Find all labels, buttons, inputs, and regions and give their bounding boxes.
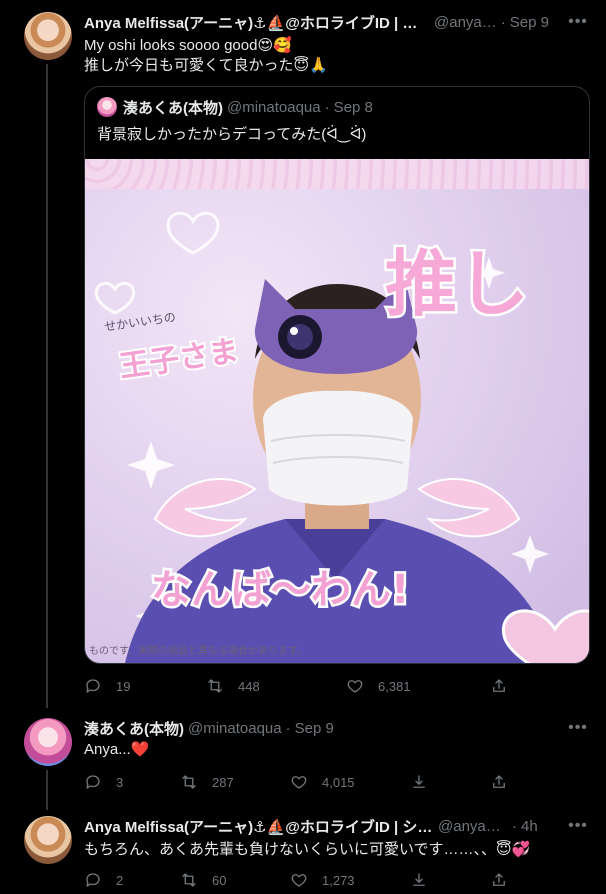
author-handle[interactable]: @anyam… [438, 818, 508, 835]
quote-timestamp[interactable]: Sep 8 [334, 99, 373, 116]
like-icon [291, 776, 307, 789]
like-count: 6,381 [378, 678, 411, 694]
tweet-header: Anya Melfissa(アーニャ)⚓⛵@ホロライブID | シエ… @any… [84, 12, 549, 33]
reply-count: 19 [116, 678, 131, 694]
tweet-text-line-2: 推しが今日も可愛くて良かった😇🙏 [84, 57, 328, 74]
avatar[interactable] [24, 816, 72, 864]
reply-icon [86, 873, 100, 887]
tweet-actions: 3 287 4,015 [84, 772, 554, 792]
like-button[interactable]: 6,381 [346, 676, 411, 696]
author-name[interactable]: Anya Melfissa(アーニャ)⚓⛵@ホロライブID | シエ… [84, 12, 430, 33]
caption-number-one: なんば〜わん! [151, 567, 409, 613]
thread-line [46, 64, 48, 708]
retweet-count: 60 [212, 872, 227, 888]
tweet-aqua-reply[interactable]: 湊あくあ(本物) @minatoaqua · Sep 9 ••• Anya...… [0, 708, 606, 810]
avatar[interactable] [97, 97, 117, 117]
share-button[interactable] [490, 772, 508, 792]
tweet-text: Anya...❤️ [84, 741, 150, 758]
reply-icon [86, 679, 100, 693]
tweet-text-line-1: My oshi looks soooo good😍🥰 [84, 37, 292, 54]
more-icon[interactable]: ••• [568, 12, 588, 32]
share-icon [493, 873, 505, 886]
tweet-actions: 2 60 1,273 [84, 870, 554, 890]
tweet-text: もちろん、あくあ先輩も負けないくらいに可愛いです……、、😇💞 [84, 841, 531, 858]
reply-icon [86, 775, 100, 789]
share-icon [493, 775, 505, 788]
author-handle[interactable]: @minatoaqua [188, 720, 282, 737]
reply-count: 2 [116, 872, 124, 888]
tweet-anya-2[interactable]: Anya Melfissa(アーニャ)⚓⛵@ホロライブID | シエ… @any… [0, 806, 606, 894]
like-button[interactable]: 4,015 [290, 772, 355, 792]
retweet-icon [182, 775, 196, 789]
retweet-icon [182, 873, 196, 887]
avatar[interactable] [24, 718, 72, 766]
share-button[interactable] [410, 870, 428, 890]
quote-header: 湊あくあ(本物) @minatoaqua · Sep 8 [97, 97, 373, 117]
decorated-photo: 推し せかいいちの 王子さま なんば〜わん! [94, 211, 589, 663]
retweet-button[interactable]: 60 [180, 870, 226, 890]
more-icon[interactable]: ••• [568, 816, 588, 836]
author-handle[interactable]: @anya… [434, 14, 497, 31]
retweet-button[interactable]: 448 [206, 676, 260, 696]
like-icon [291, 874, 307, 887]
author-name[interactable]: 湊あくあ(本物) [84, 718, 184, 739]
like-count: 1,273 [322, 872, 355, 888]
share-button[interactable] [490, 870, 508, 890]
avatar[interactable] [24, 12, 72, 60]
share-icon [493, 679, 505, 692]
like-count: 4,015 [322, 774, 355, 790]
reply-button[interactable]: 19 [84, 676, 130, 696]
quote-media-image[interactable]: 推し せかいいちの 王子さま なんば〜わん! ものです。実際の商品と異なる場合が… [85, 159, 589, 663]
more-icon[interactable]: ••• [568, 718, 588, 738]
like-button[interactable]: 1,273 [290, 870, 355, 890]
reply-count: 3 [116, 774, 124, 790]
retweet-icon [208, 679, 222, 693]
share-icon [413, 775, 425, 788]
caption-prince: 王子さま [117, 334, 241, 385]
lace-frill [85, 159, 589, 189]
media-watermark: ものです。実際の商品と異なる場合があります。 [89, 646, 307, 657]
tweet-anya-1[interactable]: Anya Melfissa(アーニャ)⚓⛵@ホロライブID | シエ… @any… [0, 0, 606, 708]
thread-line [46, 770, 48, 810]
retweet-count: 448 [238, 678, 260, 694]
reply-button[interactable]: 3 [84, 772, 123, 792]
retweet-count: 287 [212, 774, 234, 790]
quoted-tweet[interactable]: 湊あくあ(本物) @minatoaqua · Sep 8 背景寂しかったからデコ… [84, 86, 590, 664]
reply-button[interactable]: 2 [84, 870, 123, 890]
timestamp[interactable]: 4h [521, 818, 538, 835]
like-icon [347, 680, 363, 693]
tweet-header: Anya Melfissa(アーニャ)⚓⛵@ホロライブID | シエ… @any… [84, 816, 538, 837]
author-name[interactable]: Anya Melfissa(アーニャ)⚓⛵@ホロライブID | シエ… [84, 816, 434, 837]
retweet-button[interactable]: 287 [180, 772, 234, 792]
share-button[interactable] [490, 676, 508, 696]
kanji-oshi: 推し [385, 242, 529, 326]
tweet-actions: 19 448 6,381 [84, 676, 554, 696]
tweet-header: 湊あくあ(本物) @minatoaqua · Sep 9 [84, 718, 334, 739]
share-button[interactable] [410, 772, 428, 792]
timestamp[interactable]: Sep 9 [510, 14, 549, 31]
share-icon [413, 873, 425, 886]
timestamp[interactable]: Sep 9 [295, 720, 334, 737]
quote-text: 背景寂しかったからデコってみた(ᐛ‿ᐛ) [97, 126, 367, 143]
quote-author-name[interactable]: 湊あくあ(本物) [123, 97, 223, 118]
quote-author-handle[interactable]: @minatoaqua [227, 99, 321, 116]
